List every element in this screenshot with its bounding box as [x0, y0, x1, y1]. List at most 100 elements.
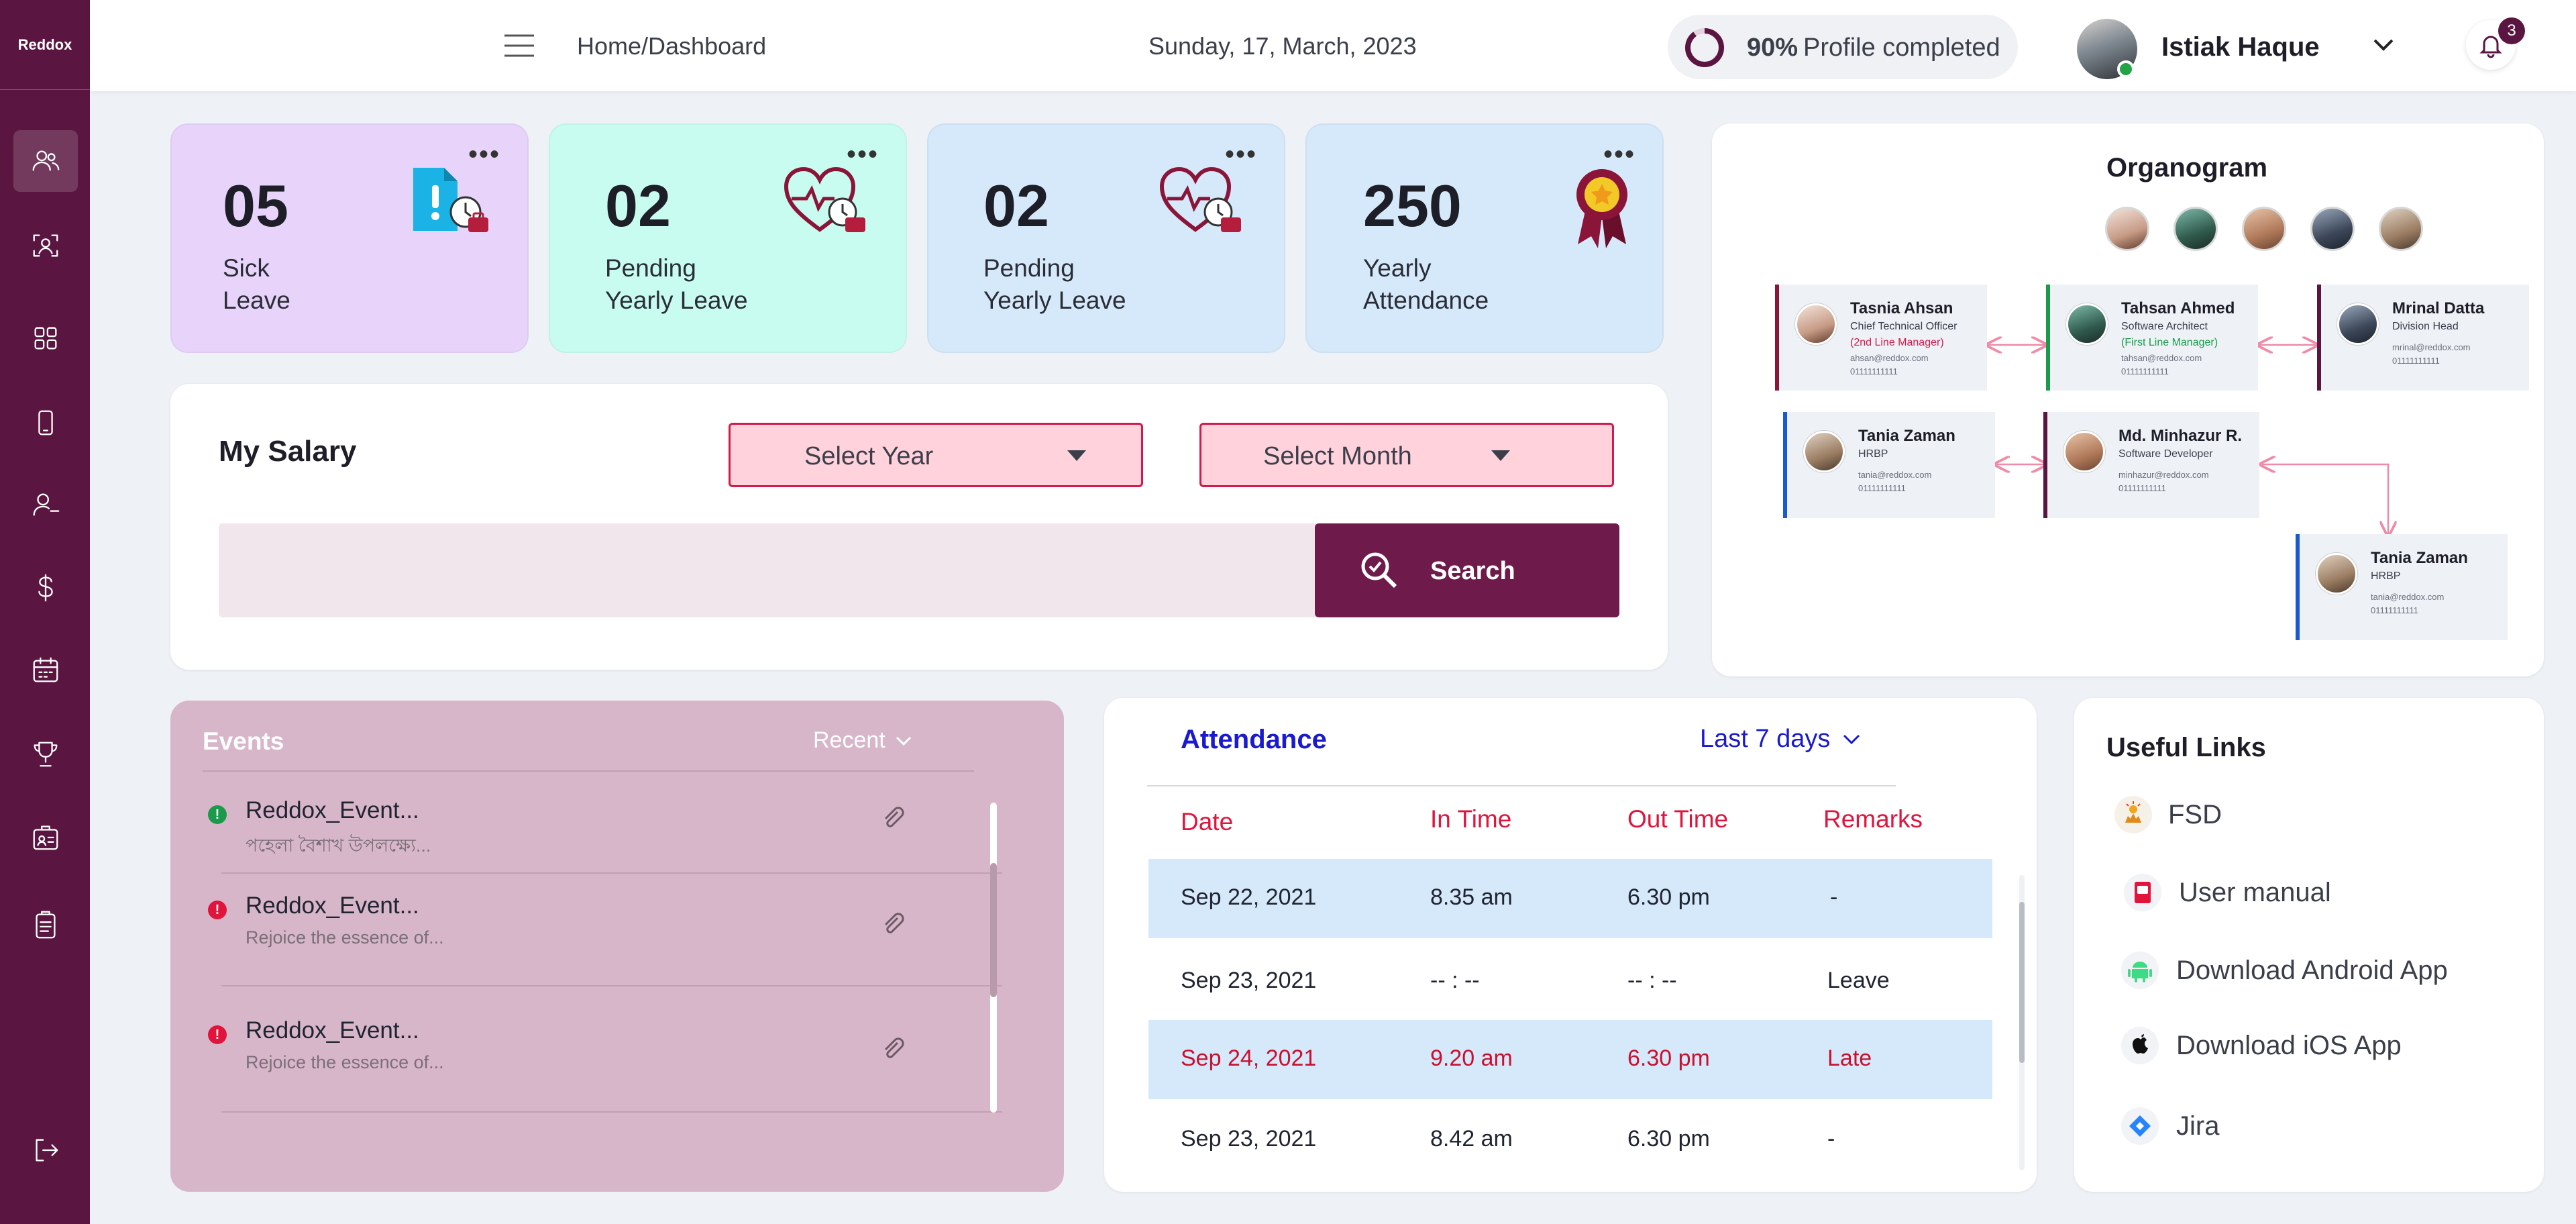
stat-label: Pending Yearly Leave [983, 254, 1126, 314]
stat-card-pending-yearly-leave[interactable]: 02 Pending Yearly Leave ••• [549, 123, 907, 353]
salary-search-input[interactable] [219, 523, 1319, 617]
table-row[interactable]: Sep 23, 2021 8.42 am 6.30 pm - [1148, 1101, 1992, 1180]
status-indicator-icon: ! [208, 805, 227, 824]
column-header-out-time: Out Time [1627, 805, 1729, 833]
sidebar-item-tasks[interactable] [13, 894, 78, 956]
dollar-icon [38, 574, 53, 602]
cell-date: Sep 23, 2021 [1181, 968, 1317, 993]
event-item[interactable]: ! Reddox_Event... Rejoice the essence of… [208, 892, 919, 986]
column-header-in-time: In Time [1430, 805, 1512, 833]
stat-label: Yearly Attendance [1363, 254, 1489, 314]
attachment-icon[interactable] [879, 910, 906, 937]
cell-in-time: 8.42 am [1430, 1126, 1513, 1152]
cell-out-time: 6.30 pm [1627, 884, 1710, 910]
link-label: Jira [2176, 1111, 2220, 1141]
user-name[interactable]: Istiak Haque [2161, 32, 2320, 62]
table-row[interactable]: Sep 24, 2021 9.20 am 6.30 pm Late [1148, 1020, 1992, 1099]
menu-toggle-button[interactable] [503, 34, 535, 58]
sidebar-item-calendar[interactable] [13, 639, 78, 701]
sidebar-item-awards[interactable] [13, 723, 78, 785]
org-card-phone: 01111111111 [2118, 483, 2166, 493]
org-card-email: tahsan@reddox.com [2121, 353, 2202, 363]
org-card[interactable]: Tahsan Ahmed Software Architect (First L… [2046, 285, 2258, 391]
events-scrollbar[interactable] [990, 803, 997, 1113]
useful-links-panel: Useful Links FSD User manual Download An… [2074, 698, 2544, 1192]
salary-panel: My Salary Select Year Select Month Searc… [170, 384, 1668, 670]
org-card-email: minhazur@reddox.com [2118, 470, 2209, 480]
event-name: Reddox_Event... [246, 892, 419, 919]
scrollbar-thumb[interactable] [990, 863, 997, 997]
link-download-android-app[interactable]: Download Android App [2120, 944, 2448, 997]
profile-completion-badge[interactable]: 90% Profile completed [1668, 15, 2018, 79]
scrollbar-thumb[interactable] [2019, 902, 2025, 1063]
org-card-manager-tag: (2nd Line Manager) [1850, 337, 1944, 348]
divider [221, 872, 1002, 874]
attachment-icon[interactable] [879, 1035, 906, 1062]
org-card-role: Software Architect [2121, 321, 2208, 332]
table-row[interactable]: Sep 22, 2021 8.35 am 6.30 pm - [1148, 859, 1992, 938]
logout-icon [36, 1139, 58, 1162]
sidebar-item-payroll[interactable] [13, 557, 78, 619]
org-card[interactable]: Tania Zaman HRBP tania@reddox.com 011111… [2296, 534, 2508, 640]
sidebar-item-user-remove[interactable] [13, 474, 78, 536]
cell-in-time: 8.35 am [1430, 884, 1513, 910]
stat-card-yearly-attendance[interactable]: 250 Yearly Attendance ••• [1305, 123, 1664, 353]
breadcrumb[interactable]: Home/Dashboard [577, 32, 766, 60]
user-avatar[interactable] [2077, 19, 2137, 79]
org-card-phone: 01111111111 [2392, 356, 2440, 366]
user-menu-dropdown[interactable] [2372, 38, 2395, 56]
stat-card-pending-yearly-leave-2[interactable]: 02 Pending Yearly Leave ••• [927, 123, 1285, 353]
stat-card-sick-leave[interactable]: 05 Sick Leave ••• [170, 123, 529, 353]
stat-number: 02 [605, 172, 671, 239]
org-card-avatar [2316, 553, 2357, 595]
sidebar-item-face-scan[interactable] [13, 215, 78, 276]
link-jira[interactable]: Jira [2120, 1099, 2219, 1153]
link-user-manual[interactable]: User manual [2123, 866, 2331, 919]
attendance-filter-dropdown[interactable]: Last 7 days [1700, 725, 1861, 754]
org-card-phone: 01111111111 [2371, 605, 2418, 615]
event-description: পহেলা বৈশাখ উপলক্ষ্যে... [246, 835, 431, 856]
table-row[interactable]: Sep 23, 2021 -- : -- -- : -- Leave [1148, 942, 1992, 1021]
stat-label: Pending Yearly Leave [605, 254, 748, 314]
event-item[interactable]: ! Reddox_Event... পহেলা বৈশাখ উপলক্ষ্যে.… [208, 797, 919, 878]
clipboard-icon [36, 911, 56, 939]
users-icon [32, 150, 60, 171]
event-item[interactable]: ! Reddox_Event... Rejoice the essence of… [208, 1017, 919, 1111]
user-minus-icon [33, 493, 60, 516]
heart-leave-icon [1159, 166, 1241, 232]
profile-label: Profile completed [1803, 34, 2000, 62]
sidebar-item-people[interactable] [13, 130, 78, 192]
event-name: Reddox_Event... [246, 1017, 419, 1043]
attendance-scrollbar[interactable] [2019, 875, 2025, 1170]
org-card[interactable]: Mrinal Datta Division Head mrinal@reddox… [2317, 285, 2529, 391]
sidebar-item-apps[interactable] [13, 307, 78, 369]
salary-title: My Salary [219, 435, 357, 468]
link-fsd[interactable]: FSD [2113, 788, 2222, 842]
cell-remarks: Late [1827, 1046, 1872, 1071]
org-card-name: Tahsan Ahmed [2121, 299, 2235, 317]
attendance-title: Attendance [1181, 725, 1327, 754]
sidebar-item-mobile[interactable] [13, 392, 78, 454]
cell-out-time: 6.30 pm [1627, 1046, 1710, 1071]
link-label: User manual [2179, 877, 2331, 907]
attachment-icon[interactable] [879, 804, 906, 831]
events-filter-dropdown[interactable]: Recent [813, 727, 912, 754]
org-card[interactable]: Md. Minhazur R. Software Developer minha… [2043, 412, 2259, 518]
org-card[interactable]: Tania Zaman HRBP tania@reddox.com 011111… [1783, 412, 1995, 518]
divider [221, 985, 1002, 986]
select-year-dropdown[interactable]: Select Year [729, 423, 1143, 487]
notifications-button[interactable]: 3 [2466, 17, 2525, 70]
org-card-manager-tag: (First Line Manager) [2121, 337, 2218, 348]
trophy-icon [34, 742, 58, 767]
logout-button[interactable] [13, 1119, 78, 1181]
useful-links-title: Useful Links [2106, 733, 2266, 762]
attendance-panel: Attendance Last 7 days Date In Time Out … [1104, 698, 2037, 1192]
link-download-ios-app[interactable]: Download iOS App [2120, 1019, 2402, 1072]
org-card[interactable]: Tasnia Ahsan Chief Technical Officer (2n… [1775, 285, 1987, 391]
search-button[interactable]: Search [1315, 523, 1619, 617]
cell-remarks: - [1830, 884, 1838, 910]
sidebar-item-id-card[interactable] [13, 807, 78, 868]
select-month-dropdown[interactable]: Select Month [1199, 423, 1614, 487]
column-header-remarks: Remarks [1823, 805, 1923, 833]
org-card-name: Tania Zaman [1858, 427, 1955, 445]
